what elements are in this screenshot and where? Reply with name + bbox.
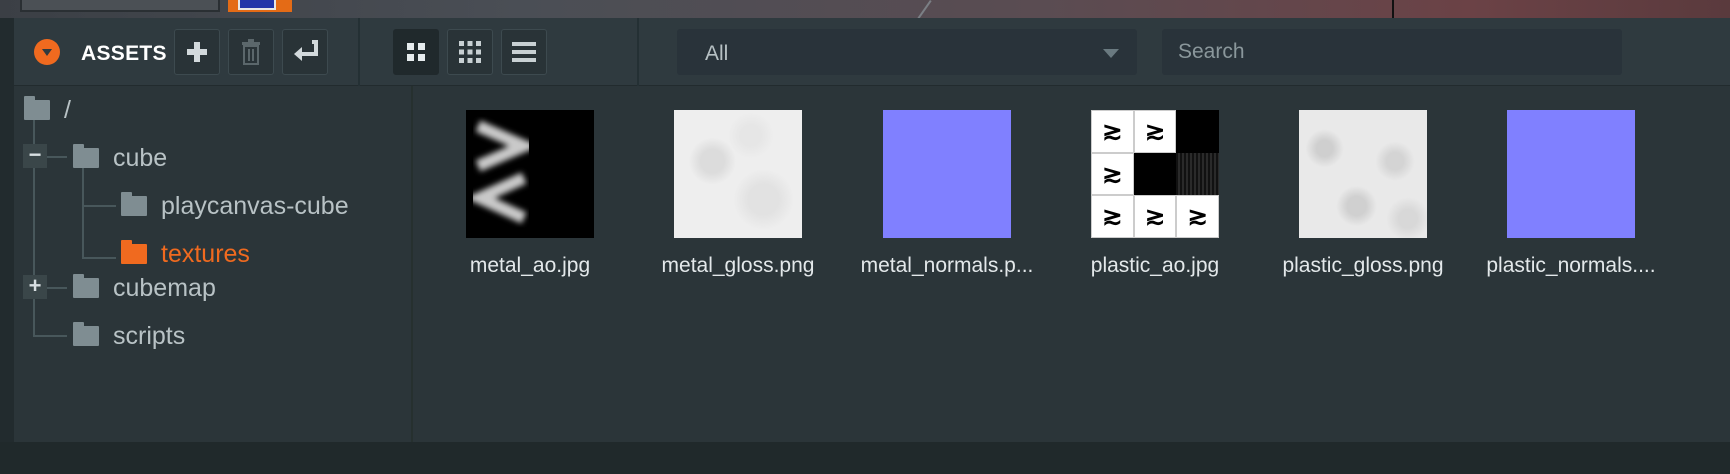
asset-name: metal_normals.p... — [860, 254, 1034, 277]
asset-item[interactable]: metal_gloss.png — [633, 110, 843, 278]
tree-item-playcanvas-cube[interactable]: playcanvas-cube — [121, 189, 349, 223]
viewport-strip — [0, 0, 1730, 18]
tree-item-label: playcanvas-cube — [161, 191, 349, 220]
ao-texture-image — [466, 120, 540, 224]
tree-item-cube[interactable]: cube — [73, 141, 167, 175]
add-asset-button[interactable] — [174, 29, 220, 75]
chevron-down-icon — [1103, 49, 1119, 58]
asset-name: plastic_gloss.png — [1282, 254, 1444, 277]
tree-item-cubemap[interactable]: cubemap — [73, 271, 216, 305]
grid-small-icon — [459, 41, 481, 63]
return-arrow-icon — [294, 40, 318, 61]
tree-item-label: textures — [161, 239, 250, 268]
folder-icon — [121, 192, 147, 216]
asset-thumbnail — [1091, 110, 1219, 238]
view-list-button[interactable] — [501, 29, 547, 75]
asset-thumbnail — [466, 110, 594, 238]
status-bar — [0, 442, 1730, 474]
trash-icon — [242, 39, 260, 65]
asset-item[interactable]: plastic_ao.jpg — [1050, 110, 1260, 278]
asset-item[interactable]: plastic_normals.... — [1466, 110, 1676, 278]
collapse-panel-button[interactable] — [34, 39, 60, 65]
tree-connector — [82, 205, 116, 207]
view-small-grid-button[interactable] — [447, 29, 493, 75]
viewport-panel-fragment — [20, 0, 220, 12]
tree-item-textures[interactable]: textures — [121, 237, 250, 271]
tree-item-scripts[interactable]: scripts — [73, 319, 185, 353]
asset-item[interactable]: plastic_gloss.png — [1258, 110, 1468, 278]
asset-name: metal_gloss.png — [661, 254, 815, 277]
toolbar-divider — [637, 18, 639, 86]
tree-item-root[interactable]: / — [24, 93, 71, 127]
ao-atlas-image — [1091, 110, 1219, 238]
viewport-line — [917, 0, 932, 18]
folder-icon — [73, 144, 99, 168]
viewport-line — [1392, 0, 1394, 18]
folder-icon — [121, 240, 147, 264]
asset-grid: metal_ao.jpg metal_gloss.png metal_norma… — [415, 86, 1730, 442]
asset-thumbnail — [1299, 110, 1427, 238]
tree-item-label: / — [64, 95, 71, 124]
panel-title: ASSETS — [81, 42, 167, 65]
list-icon — [512, 42, 536, 62]
collapse-toggle[interactable]: − — [23, 144, 47, 168]
view-large-grid-button[interactable] — [393, 29, 439, 75]
asset-item[interactable]: metal_normals.p... — [842, 110, 1052, 278]
tree-connector — [33, 335, 67, 337]
folder-icon — [24, 96, 50, 120]
asset-thumbnail — [674, 110, 802, 238]
search-input[interactable] — [1162, 29, 1622, 75]
asset-thumbnail — [1507, 110, 1635, 238]
folder-icon — [73, 274, 99, 298]
tree-connector — [82, 166, 84, 258]
viewport-thumbnail — [228, 0, 292, 12]
tree-item-label: scripts — [113, 321, 186, 350]
filter-selected-value: All — [705, 42, 729, 65]
plus-icon — [187, 42, 207, 62]
delete-asset-button[interactable] — [228, 29, 274, 75]
folder-tree: / − cube playcanvas-cube textures + cube… — [14, 86, 413, 442]
back-button[interactable] — [282, 29, 328, 75]
toolbar-divider — [358, 18, 360, 86]
expand-toggle[interactable]: + — [23, 275, 47, 299]
tree-connector — [82, 257, 116, 259]
assets-header: ASSETS All — [14, 18, 1730, 86]
asset-item[interactable]: metal_ao.jpg — [425, 110, 635, 278]
tree-item-label: cubemap — [113, 273, 216, 302]
asset-name: metal_ao.jpg — [469, 254, 591, 277]
grid-large-icon — [407, 43, 425, 61]
asset-name: plastic_normals.... — [1486, 254, 1656, 277]
asset-name: plastic_ao.jpg — [1090, 254, 1220, 277]
folder-icon — [73, 322, 99, 346]
tree-item-label: cube — [113, 143, 168, 172]
panel-edge — [0, 18, 14, 442]
asset-thumbnail — [883, 110, 1011, 238]
type-filter-dropdown[interactable]: All — [677, 29, 1137, 75]
